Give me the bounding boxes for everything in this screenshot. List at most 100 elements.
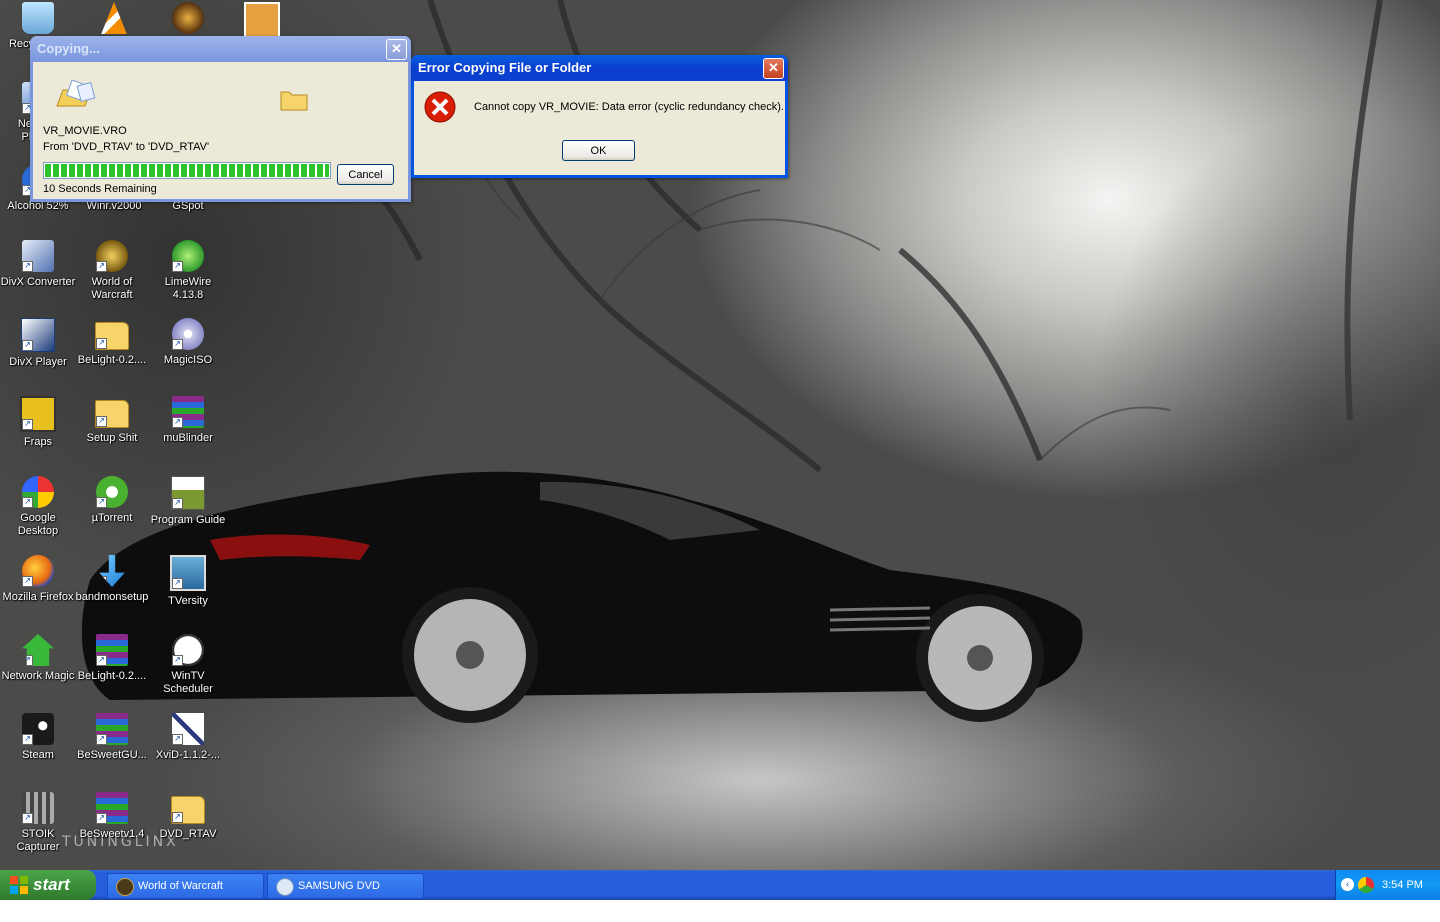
cancel-button[interactable]: Cancel [337, 164, 394, 185]
copying-title: Copying... [37, 41, 100, 56]
desktop-icon[interactable]: ↗ XviD-1.1.2-... [150, 713, 226, 762]
desktop-icon[interactable]: ↗ Setup Shit [74, 396, 150, 445]
desktop-icon[interactable]: ↗ DVD_RTAV [150, 792, 226, 841]
shortcut-arrow-icon: ↗ [22, 497, 33, 508]
system-tray: ‹ 3:54 PM [1335, 870, 1440, 900]
shortcut-arrow-icon: ↗ [22, 261, 33, 272]
dvd-icon [276, 878, 294, 896]
copying-titlebar[interactable]: Copying... ✕ [30, 36, 411, 62]
desktop-icon[interactable]: ↗ World of Warcraft [74, 240, 150, 302]
folder-icon: ↗ [171, 796, 205, 824]
shortcut-arrow-icon: ↗ [22, 655, 33, 666]
desktop-icon[interactable]: ↗ BeLight-0.2.... [74, 634, 150, 683]
desktop-icon[interactable]: ↗ Fraps [0, 396, 76, 449]
desktop-icon-label: LimeWire 4.13.8 [164, 276, 212, 301]
shortcut-arrow-icon: ↗ [96, 655, 107, 666]
desktop-icon[interactable]: ↗ TVersity [150, 555, 226, 608]
desktop-icon-label: Setup Shit [86, 432, 138, 444]
divx-icon: ↗ [22, 240, 54, 272]
desktop-icon[interactable] [150, 2, 226, 38]
app-star-icon [172, 2, 204, 34]
divx-player-icon: ↗ [21, 318, 55, 352]
desktop-icon-label: XviD-1.1.2-... [155, 749, 221, 761]
desktop-icon[interactable]: ↗ Program Guide [150, 476, 226, 527]
error-close-button[interactable]: ✕ [763, 58, 784, 79]
desktop-icon-label: Steam [22, 749, 54, 761]
tray-expand-icon[interactable]: ‹ [1341, 878, 1354, 891]
desktop-icon[interactable]: ↗ µTorrent [74, 476, 150, 525]
copying-dialog[interactable]: Copying... ✕ VR_MOVIE.VRO From 'DVD_RTAV… [30, 36, 411, 202]
shortcut-arrow-icon: ↗ [172, 261, 183, 272]
shortcut-arrow-icon: ↗ [172, 734, 183, 745]
desktop-icon[interactable]: ↗ MagicISO [150, 318, 226, 367]
shortcut-arrow-icon: ↗ [96, 813, 107, 824]
error-dialog[interactable]: Error Copying File or Folder ✕ Cannot co… [411, 55, 788, 178]
desktop-icon[interactable]: ↗ LimeWire 4.13.8 [150, 240, 226, 302]
winrar-icon: ↗ [96, 634, 128, 666]
winrar-icon: ↗ [172, 396, 204, 428]
tversity-icon: ↗ [170, 555, 206, 591]
stoik-icon: ↗ [22, 792, 54, 824]
desktop-icon[interactable]: ↗ BeLight-0.2.... [74, 318, 150, 367]
copy-filename: VR_MOVIE.VRO [43, 125, 127, 137]
desktop-icon[interactable]: ↗ STOIK Capturer [0, 792, 76, 854]
shortcut-arrow-icon: ↗ [96, 261, 107, 272]
desktop-icon-label: DivX Converter [0, 276, 76, 288]
wow-icon [116, 878, 134, 896]
shortcut-arrow-icon: ↗ [172, 578, 183, 589]
desktop-icon[interactable]: ↗ Mozilla Firefox [0, 555, 76, 604]
desktop-icon[interactable]: ↗ DivX Player [0, 318, 76, 369]
desktop-icon[interactable]: ↗ Steam [0, 713, 76, 762]
installer-icon: ↗ [99, 555, 125, 587]
taskbar-item-label: World of Warcraft [138, 880, 223, 892]
shortcut-arrow-icon: ↗ [22, 734, 33, 745]
fraps-icon: ↗ [20, 396, 56, 432]
google-tray-icon[interactable] [1358, 877, 1374, 893]
copying-close-button[interactable]: ✕ [386, 39, 407, 60]
desktop-icon-label: µTorrent [91, 512, 133, 524]
desktop-icon-label: Fraps [23, 436, 53, 448]
clock: 3:54 PM [1382, 879, 1423, 891]
winrar-icon: ↗ [96, 713, 128, 745]
shortcut-arrow-icon: ↗ [22, 813, 33, 824]
shortcut-arrow-icon: ↗ [172, 812, 183, 823]
desktop-icon-label: Mozilla Firefox [2, 591, 74, 603]
desktop-icon[interactable]: ↗ BeSweetv1.4 [74, 792, 150, 841]
start-label: start [33, 875, 70, 894]
desktop-icon[interactable]: ↗ Google Desktop [0, 476, 76, 538]
archive-box-icon [244, 2, 280, 38]
clock-icon: ↗ [172, 634, 204, 666]
desktop-icon-label: WinTV Scheduler [163, 670, 213, 695]
ok-button[interactable]: OK [562, 140, 635, 161]
desktop-icon[interactable] [76, 2, 152, 38]
shortcut-arrow-icon: ↗ [99, 576, 107, 587]
desktop-icon[interactable]: ↗ BeSweetGU... [74, 713, 150, 762]
desktop-icon-label: muBlinder [163, 432, 213, 444]
desktop-icon-label: MagicISO [163, 354, 213, 366]
taskbar-item-samsung-dvd[interactable]: SAMSUNG DVD RECO... [267, 873, 424, 916]
error-icon [424, 91, 456, 123]
error-titlebar[interactable]: Error Copying File or Folder ✕ [411, 55, 788, 81]
desktop-icon[interactable]: ↗ bandmonsetup [74, 555, 150, 604]
start-button[interactable]: start [0, 870, 96, 900]
xvid-icon: ↗ [172, 713, 204, 745]
desktop-icon[interactable]: ↗ Network Magic [0, 634, 76, 683]
shortcut-arrow-icon: ↗ [96, 416, 107, 427]
desktop-icon-label: Network Magic [1, 670, 75, 682]
winrar-icon: ↗ [96, 792, 128, 824]
desktop-icon-label: BeSweetGU... [77, 749, 147, 761]
desktop-icon[interactable]: ↗ muBlinder [150, 396, 226, 445]
desktop-icon[interactable]: ↗ DivX Converter [0, 240, 76, 289]
windows-logo-icon [10, 876, 28, 894]
shortcut-arrow-icon: ↗ [172, 655, 183, 666]
desktop-icon-label: BeLight-0.2.... [77, 670, 147, 682]
desktop-icon[interactable]: ↗ WinTV Scheduler [150, 634, 226, 696]
vlc-cone-icon [101, 2, 127, 34]
taskbar-item-world-of-warcraft[interactable]: World of Warcraft [107, 873, 264, 899]
firefox-icon: ↗ [22, 555, 54, 587]
limewire-icon: ↗ [172, 240, 204, 272]
copy-progress-bar [43, 162, 331, 179]
error-message: Cannot copy VR_MOVIE: Data error (cyclic… [474, 101, 784, 113]
taskbar: start World of Warcraft SAMSUNG DVD RECO… [0, 870, 1440, 916]
desktop-icon-label: World of Warcraft [91, 276, 133, 301]
